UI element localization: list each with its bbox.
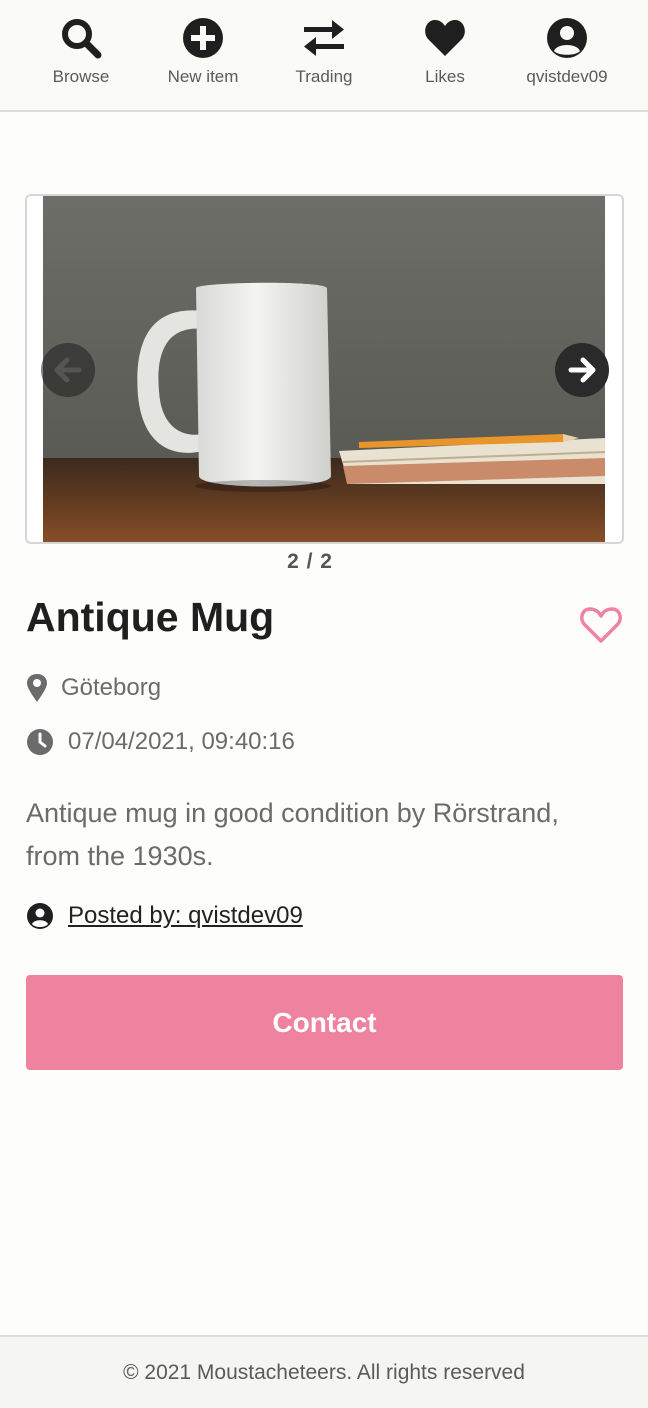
user-circle-icon (545, 16, 589, 60)
posted-by-row: Posted by: qvistdev09 (26, 902, 303, 930)
carousel-next-button[interactable] (555, 343, 609, 397)
location-pin-icon (26, 673, 48, 703)
timestamp-row: 07/04/2021, 09:40:16 (26, 728, 295, 756)
item-photo (43, 196, 605, 542)
search-icon (59, 16, 103, 60)
nav-new-item[interactable]: New item (142, 16, 264, 87)
nav-browse-label: Browse (52, 67, 110, 86)
plus-circle-icon (181, 16, 225, 60)
user-circle-icon (26, 902, 54, 930)
nav-likes[interactable]: Likes (384, 16, 506, 87)
posted-by-link[interactable]: Posted by: qvistdev09 (68, 902, 303, 930)
clock-icon (26, 728, 54, 756)
carousel-prev-button[interactable] (41, 343, 95, 397)
location-row: Göteborg (26, 673, 161, 703)
nav-profile-label: qvistdev09 (526, 67, 608, 86)
nav-new-item-label: New item (167, 67, 239, 86)
item-description: Antique mug in good condition by Rörstra… (26, 798, 559, 871)
nav-trading[interactable]: Trading (263, 16, 385, 87)
nav-likes-label: Likes (425, 67, 465, 86)
swap-arrows-icon (302, 16, 346, 60)
carousel-counter: 2 / 2 (287, 550, 333, 573)
heart-outline-icon (580, 607, 622, 643)
like-button[interactable] (578, 604, 626, 648)
heart-icon (423, 16, 467, 60)
nav-trading-label: Trading (295, 67, 353, 86)
footer-copyright: © 2021 Moustacheteers. All rights reserv… (123, 1360, 525, 1384)
item-title: Antique Mug (26, 594, 275, 640)
nav-browse[interactable]: Browse (20, 16, 142, 87)
contact-button[interactable]: Contact (26, 975, 623, 1070)
item-location: Göteborg (61, 674, 162, 701)
arrow-left-icon (54, 357, 82, 383)
nav-profile[interactable]: qvistdev09 (506, 16, 628, 87)
top-navigation: Browse New item Trading Likes qvistdev09 (0, 0, 648, 112)
arrow-right-icon (568, 357, 596, 383)
item-timestamp: 07/04/2021, 09:40:16 (68, 728, 295, 755)
image-carousel (25, 194, 624, 544)
footer: © 2021 Moustacheteers. All rights reserv… (0, 1335, 648, 1408)
